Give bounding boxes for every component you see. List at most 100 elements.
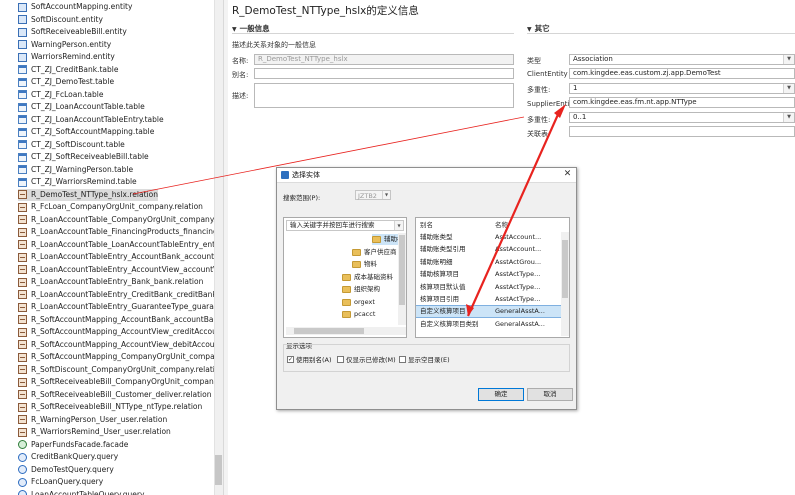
cancel-button[interactable]: 取消 <box>527 388 573 401</box>
tree-scrollbar[interactable] <box>214 0 223 495</box>
tree-item-table[interactable]: CT_ZJ_LoanAccountTable.table <box>18 101 145 113</box>
tree-item-query[interactable]: FcLoanQuery.query <box>18 476 103 488</box>
tree-item-relation[interactable]: R_LoanAccountTableEntry_CreditBank_credi… <box>18 289 223 301</box>
tree-scrollbar-thumb[interactable] <box>215 455 222 485</box>
tree-item-table[interactable]: CT_ZJ_SoftAccountMapping.table <box>18 126 154 138</box>
entity-list-row[interactable]: 核算项目引用 AsstActType... <box>416 294 561 305</box>
dialog-titlebar[interactable]: 选择实体 ✕ <box>277 168 576 183</box>
entity-list-row[interactable]: 自定义核算项目类别 GeneralAsstA... <box>416 319 561 330</box>
checkbox-icon[interactable] <box>399 355 406 363</box>
type-select[interactable]: Association ▼ <box>569 54 795 65</box>
tree-item-relation[interactable]: R_WarningPerson_User_user.relation <box>18 414 167 426</box>
tree-item-table[interactable]: CT_ZJ_CreditBank.table <box>18 64 118 76</box>
tree-item-relation[interactable]: R_SoftAccountMapping_AccountBank_account… <box>18 314 223 326</box>
tree-item-label: R_WarningPerson_User_user.relation <box>31 414 168 424</box>
package-tree-item[interactable]: 物料 <box>352 259 377 270</box>
other-section-header[interactable]: ▼ 其它 <box>527 23 550 33</box>
entity-list-row[interactable]: 辅助核算项目 AsstActType... <box>416 269 561 280</box>
tree-item-relation[interactable]: R_LoanAccountTableEntry_Bank_bank.relati… <box>18 276 203 288</box>
search-scope-select[interactable]: JZTB2 ▼ <box>355 190 391 200</box>
search-input[interactable]: 输入关键字并按回车进行搜索 ▼ <box>286 220 404 231</box>
package-tree-item[interactable]: 组织架构 <box>342 284 380 295</box>
tree-item-relation[interactable]: R_SoftReceiveableBill_NTType_ntType.rela… <box>18 401 202 413</box>
collapse-icon[interactable]: ▼ <box>527 26 532 33</box>
tree-item-relation[interactable]: R_SoftAccountMapping_AccountView_debitAc… <box>18 339 223 351</box>
tree-horizontal-scrollbar-thumb[interactable] <box>294 328 364 334</box>
tree-item-query[interactable]: DemoTestQuery.query <box>18 464 114 476</box>
tree-item-table[interactable]: CT_ZJ_SoftReceiveableBill.table <box>18 151 149 163</box>
tree-item-table[interactable]: CT_ZJ_DemoTest.table <box>18 76 114 88</box>
package-tree-item[interactable]: pcacct <box>342 309 375 320</box>
tree-item-relation[interactable]: R_LoanAccountTable_LoanAccountTableEntry… <box>18 239 223 251</box>
tree-item-relation[interactable]: R_DemoTest_NTType_hslx.relation <box>18 188 158 201</box>
tree-item-entity[interactable]: SoftAccountMapping.entity <box>18 1 132 13</box>
description-field[interactable] <box>254 83 514 108</box>
tree-item-relation[interactable]: R_LoanAccountTableEntry_AccountBank_acco… <box>18 251 223 263</box>
association-table-field[interactable] <box>569 126 795 137</box>
tree-item-table[interactable]: CT_ZJ_SoftDiscount.table <box>18 139 125 151</box>
tree-item-relation[interactable]: R_SoftReceiveableBill_CompanyOrgUnit_com… <box>18 376 223 388</box>
multiplicity-client-select[interactable]: 1 ▼ <box>569 83 795 94</box>
relation-icon <box>18 340 27 349</box>
association-table-label: 关联表 <box>527 130 548 138</box>
tree-item-relation[interactable]: R_SoftReceiveableBill_Customer_deliver.r… <box>18 389 211 401</box>
name-field[interactable]: R_DemoTest_NTType_hslx <box>254 54 514 65</box>
tree-item-query[interactable]: CreditBankQuery.query <box>18 451 118 463</box>
panel-splitter[interactable] <box>223 0 228 495</box>
chevron-down-icon[interactable]: ▼ <box>394 221 403 230</box>
list-scrollbar-thumb[interactable] <box>562 240 568 298</box>
entity-list-row[interactable]: 辅助账类型 AsstAccount... <box>416 232 561 243</box>
tree-item-relation[interactable]: R_SoftAccountMapping_CompanyOrgUnit_comp… <box>18 351 223 363</box>
alias-field[interactable] <box>254 68 514 79</box>
ok-button[interactable]: 确定 <box>478 388 524 401</box>
tree-item-relation[interactable]: R_SoftDiscount_CompanyOrgUnit_company.re… <box>18 364 223 376</box>
tree-item-relation[interactable]: R_LoanAccountTableEntry_AccountView_acco… <box>18 264 223 276</box>
close-icon[interactable]: ✕ <box>562 169 573 180</box>
column-header-name[interactable]: 名称 <box>495 220 508 231</box>
entity-list-row[interactable]: 辅助账类型引用 AsstAccount... <box>416 244 561 255</box>
chevron-down-icon[interactable]: ▼ <box>783 55 794 64</box>
general-section-header[interactable]: ▼ 一般信息 <box>232 23 270 33</box>
tree-item-label: CT_ZJ_CreditBank.table <box>31 64 119 74</box>
tree-item-label: R_SoftDiscount_CompanyOrgUnit_company.re… <box>31 364 223 374</box>
show-empty-checkbox[interactable]: 显示空目录(E) <box>399 354 450 364</box>
entity-list-row[interactable]: 自定义核算项目 GeneralAsstA... <box>416 305 562 319</box>
tree-item-relation[interactable]: R_SoftAccountMapping_AccountView_creditA… <box>18 326 223 338</box>
tree-item-table[interactable]: CT_ZJ_LoanAccountTableEntry.table <box>18 114 164 126</box>
column-header-alias[interactable]: 别名 <box>420 220 433 231</box>
chevron-down-icon[interactable]: ▼ <box>783 113 794 122</box>
tree-item-label: SoftDiscount.entity <box>31 14 103 24</box>
multiplicity-supplier-select[interactable]: 0..1 ▼ <box>569 112 795 123</box>
tree-item-facade[interactable]: PaperFundsFacade.facade <box>18 439 128 451</box>
tree-item-relation[interactable]: R_LoanAccountTable_CompanyOrgUnit_compan… <box>18 214 223 226</box>
tree-item-table[interactable]: CT_ZJ_WarningPerson.table <box>18 164 133 176</box>
supplier-entity-field[interactable]: com.kingdee.eas.fm.nt.app.NTType <box>569 97 795 108</box>
use-alias-checkbox[interactable]: ✓ 使用别名(A) <box>287 354 332 364</box>
chevron-down-icon[interactable]: ▼ <box>382 191 390 199</box>
query-icon <box>18 452 27 462</box>
tree-item-relation[interactable]: R_LoanAccountTableEntry_GuaranteeType_gu… <box>18 301 223 313</box>
entity-list-row[interactable]: 辅助账明细 AsstActGrou... <box>416 257 561 268</box>
package-tree-item[interactable]: 成本基础资料 <box>342 272 393 283</box>
collapse-icon[interactable]: ▼ <box>232 26 237 33</box>
package-tree-item[interactable]: orgext <box>342 297 375 308</box>
tree-item-relation[interactable]: R_WarriorsRemind_User_user.relation <box>18 426 171 438</box>
tree-item-table[interactable]: CT_ZJ_FcLoan.table <box>18 89 103 101</box>
entity-icon <box>18 27 27 37</box>
entity-list-row[interactable]: 核算项目默认值 AsstActType... <box>416 282 561 293</box>
tree-item-entity[interactable]: SoftReceiveableBill.entity <box>18 26 127 38</box>
client-entity-field[interactable]: com.kingdee.eas.custom.zj.app.DemoTest <box>569 68 795 79</box>
tree-item-query[interactable]: LoanAccountTableQuery.query <box>18 489 144 495</box>
tree-item-relation[interactable]: R_FcLoan_CompanyOrgUnit_company.relation <box>18 201 203 213</box>
tree-vertical-scrollbar-thumb[interactable] <box>399 235 405 305</box>
tree-item-table[interactable]: CT_ZJ_WarriorsRemind.table <box>18 176 137 188</box>
chevron-down-icon[interactable]: ▼ <box>783 84 794 93</box>
checkbox-icon[interactable] <box>337 355 344 363</box>
tree-item-entity[interactable]: WarningPerson.entity <box>18 39 111 51</box>
tree-item-entity[interactable]: WarriorsRemind.entity <box>18 51 115 63</box>
modified-only-checkbox[interactable]: 仅显示已修改(M) <box>337 354 396 364</box>
tree-item-relation[interactable]: R_LoanAccountTable_FinancingProducts_fin… <box>18 226 223 238</box>
checkbox-checked-icon[interactable]: ✓ <box>287 355 294 363</box>
package-tree-item[interactable]: 客户供应商 <box>352 247 397 258</box>
tree-item-entity[interactable]: SoftDiscount.entity <box>18 14 103 26</box>
